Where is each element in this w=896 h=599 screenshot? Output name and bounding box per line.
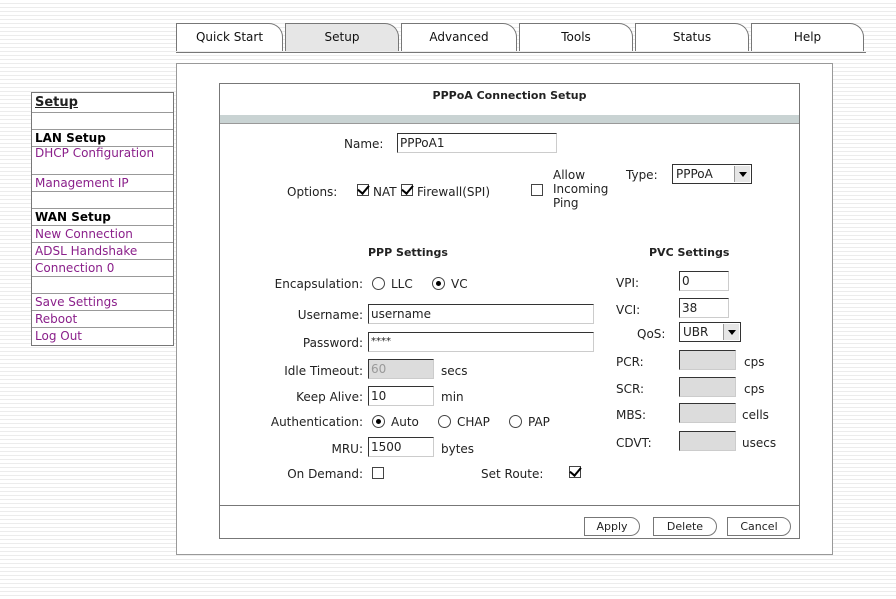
panel-divider bbox=[220, 505, 799, 506]
sidebar-lan-header: LAN Setup bbox=[32, 130, 173, 147]
panel-title: PPPoA Connection Setup bbox=[432, 89, 587, 102]
allow-ping-label: Allow Incoming Ping bbox=[553, 168, 609, 210]
on-demand-checkbox[interactable] bbox=[372, 467, 384, 479]
allow-ping-checkbox[interactable] bbox=[531, 184, 543, 196]
cdvt-unit: usecs bbox=[742, 436, 777, 450]
set-route-label: Set Route: bbox=[481, 467, 544, 481]
encap-llc-label: LLC bbox=[391, 277, 413, 291]
sidebar-item-dhcp-configuration[interactable]: DHCP Configuration bbox=[32, 147, 173, 175]
tab-setup[interactable]: Setup bbox=[285, 23, 399, 51]
authentication-label: Authentication: bbox=[270, 415, 363, 429]
pcr-label: PCR: bbox=[616, 355, 644, 369]
sidebar-spacer bbox=[32, 192, 173, 209]
scr-label: SCR: bbox=[616, 382, 645, 396]
password-input[interactable]: **** bbox=[368, 332, 594, 352]
qos-select[interactable]: UBR bbox=[679, 322, 741, 342]
delete-button[interactable]: Delete bbox=[653, 517, 717, 536]
idle-timeout-label: Idle Timeout: bbox=[284, 364, 363, 378]
sidebar-item-reboot[interactable]: Reboot bbox=[32, 311, 173, 328]
sidebar-item-adsl-handshake[interactable]: ADSL Handshake bbox=[32, 243, 173, 260]
auth-auto-radio[interactable] bbox=[372, 415, 385, 428]
auth-chap-radio[interactable] bbox=[438, 415, 451, 428]
mru-label: MRU: bbox=[331, 442, 363, 456]
pvc-settings-title: PVC Settings bbox=[649, 246, 730, 259]
type-label: Type: bbox=[626, 168, 658, 182]
scr-input bbox=[679, 377, 736, 397]
encap-vc-label: VC bbox=[451, 277, 468, 291]
sidebar-item-save-settings[interactable]: Save Settings bbox=[32, 294, 173, 311]
encap-vc-radio[interactable] bbox=[432, 277, 445, 290]
type-value: PPPoA bbox=[676, 167, 713, 181]
sidebar-wan-header: WAN Setup bbox=[32, 209, 173, 226]
qos-value: UBR bbox=[683, 325, 709, 339]
tab-advanced[interactable]: Advanced bbox=[401, 23, 517, 51]
pcr-input bbox=[679, 350, 736, 370]
keep-alive-unit: min bbox=[441, 390, 464, 404]
sidebar-item-management-ip[interactable]: Management IP bbox=[32, 175, 173, 192]
vpi-input[interactable]: 0 bbox=[679, 271, 729, 291]
auth-chap-label: CHAP bbox=[457, 415, 490, 429]
tab-quick-start[interactable]: Quick Start bbox=[176, 23, 283, 51]
keep-alive-label: Keep Alive: bbox=[296, 390, 363, 404]
firewall-checkbox[interactable] bbox=[401, 184, 413, 196]
cdvt-label: CDVT: bbox=[616, 436, 652, 450]
sidebar-spacer bbox=[32, 277, 173, 294]
password-label: Password: bbox=[302, 336, 363, 350]
chevron-down-icon bbox=[734, 166, 750, 182]
cdvt-input bbox=[679, 431, 736, 451]
sidebar-title: Setup bbox=[32, 93, 173, 113]
scr-unit: cps bbox=[744, 382, 765, 396]
top-nav-tabs: Quick Start Setup Advanced Tools Status … bbox=[176, 23, 866, 53]
sidebar-item-new-connection[interactable]: New Connection bbox=[32, 226, 173, 243]
name-label: Name: bbox=[344, 137, 384, 151]
name-input[interactable]: PPPoA1 bbox=[397, 133, 557, 153]
qos-label: QoS: bbox=[637, 327, 666, 341]
keep-alive-input[interactable]: 10 bbox=[368, 386, 434, 406]
username-label: Username: bbox=[297, 308, 363, 322]
options-label: Options: bbox=[287, 185, 338, 199]
pcr-unit: cps bbox=[744, 355, 765, 369]
sidebar: Setup LAN Setup DHCP Configuration Manag… bbox=[31, 92, 174, 346]
tab-tools[interactable]: Tools bbox=[519, 23, 633, 51]
mru-input[interactable]: 1500 bbox=[368, 437, 434, 457]
vci-label: VCI: bbox=[616, 303, 641, 317]
type-select[interactable]: PPPoA bbox=[672, 164, 752, 184]
cancel-button[interactable]: Cancel bbox=[727, 517, 791, 536]
encap-llc-radio[interactable] bbox=[372, 277, 385, 290]
vci-input[interactable]: 38 bbox=[679, 298, 729, 318]
ppp-settings-title: PPP Settings bbox=[368, 246, 448, 259]
username-input[interactable]: username bbox=[368, 304, 594, 324]
tab-underline bbox=[176, 52, 866, 53]
mbs-label: MBS: bbox=[616, 408, 647, 422]
idle-timeout-input: 60 bbox=[368, 359, 434, 379]
on-demand-label: On Demand: bbox=[287, 467, 363, 481]
apply-button[interactable]: Apply bbox=[584, 517, 640, 536]
firewall-label: Firewall(SPI) bbox=[417, 185, 491, 199]
tab-help[interactable]: Help bbox=[751, 23, 864, 51]
idle-timeout-unit: secs bbox=[441, 364, 468, 378]
sidebar-spacer bbox=[32, 113, 173, 130]
set-route-checkbox[interactable] bbox=[569, 466, 581, 478]
vpi-label: VPI: bbox=[616, 276, 640, 290]
panel-header-band bbox=[220, 115, 799, 124]
mbs-input bbox=[679, 403, 736, 423]
nat-label: NAT bbox=[373, 185, 397, 199]
sidebar-item-connection-0[interactable]: Connection 0 bbox=[32, 260, 173, 277]
auth-pap-radio[interactable] bbox=[509, 415, 522, 428]
sidebar-item-log-out[interactable]: Log Out bbox=[32, 328, 173, 345]
mru-unit: bytes bbox=[441, 442, 475, 456]
mbs-unit: cells bbox=[742, 408, 769, 422]
auth-auto-label: Auto bbox=[391, 415, 419, 429]
nat-checkbox[interactable] bbox=[357, 184, 369, 196]
tab-status[interactable]: Status bbox=[635, 23, 749, 51]
auth-pap-label: PAP bbox=[528, 415, 550, 429]
chevron-down-icon bbox=[723, 324, 739, 340]
encapsulation-label: Encapsulation: bbox=[274, 277, 363, 291]
